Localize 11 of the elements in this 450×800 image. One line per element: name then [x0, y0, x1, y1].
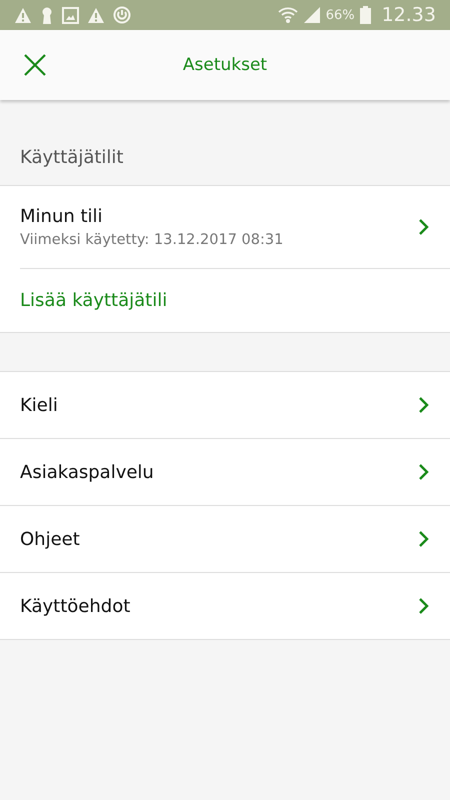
screen-title: Asetukset: [182, 55, 268, 75]
account-name: Minun tili: [20, 206, 104, 227]
battery-percent: 66%: [326, 8, 355, 22]
account-row[interactable]: Minun tili Viimeksi käytetty: 13.12.2017 08:31: [0, 186, 450, 268]
menu-item[interactable]: Käyttöehdot: [0, 573, 450, 640]
menu-item[interactable]: Asiakaspalvelu: [0, 439, 450, 506]
menu-item[interactable]: Kieli: [0, 372, 450, 439]
status-time: 12.33: [382, 4, 436, 26]
account-last-used: Viimeksi käytetty: 13.12.2017 08:31: [20, 232, 284, 248]
add-account-link[interactable]: Lisää käyttäjätili: [20, 290, 168, 311]
menu-item[interactable]: Ohjeet: [0, 506, 450, 573]
